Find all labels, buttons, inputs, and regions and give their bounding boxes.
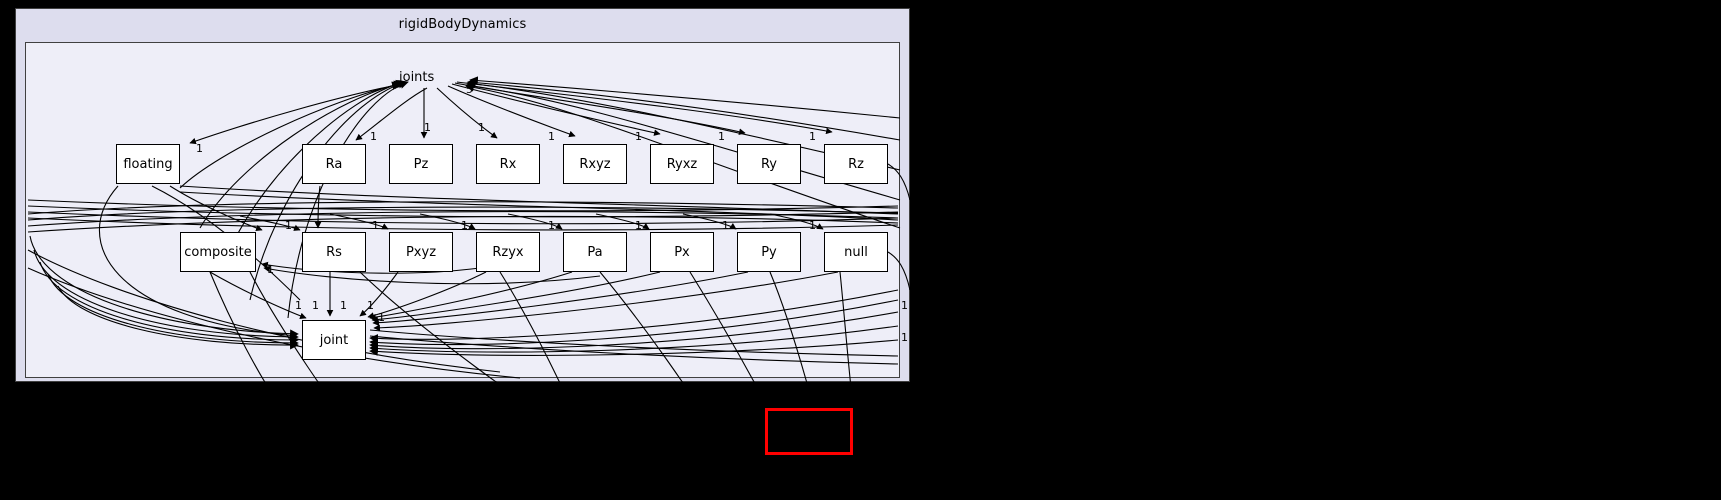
node-composite-label: composite xyxy=(184,244,252,260)
edge-label: 5 xyxy=(466,83,473,96)
node-pxyz-label: Pxyz xyxy=(405,244,437,260)
node-joint[interactable]: joint xyxy=(302,320,366,360)
node-null[interactable]: null xyxy=(824,232,888,272)
node-rz[interactable]: Rz xyxy=(824,144,888,184)
node-ra[interactable]: Ra xyxy=(302,144,366,184)
graph-canvas: rigidBodyDynamics joints floating Ra Pz … xyxy=(0,0,1721,500)
node-pxyz[interactable]: Pxyz xyxy=(389,232,453,272)
node-rxyz-label: Rxyz xyxy=(579,156,611,172)
node-ra-label: Ra xyxy=(325,156,343,172)
node-pz-label: Pz xyxy=(413,156,429,172)
edge-label: 1 xyxy=(372,219,379,232)
node-rx[interactable]: Rx xyxy=(476,144,540,184)
node-px-label: Px xyxy=(674,244,690,260)
edge-label: 1 xyxy=(424,121,431,134)
edge-label: 1 xyxy=(901,299,908,312)
node-joint-label: joint xyxy=(319,332,349,348)
node-pa-label: Pa xyxy=(587,244,603,260)
node-pz[interactable]: Pz xyxy=(389,144,453,184)
node-rzyx[interactable]: Rzyx xyxy=(476,232,540,272)
edge-label: 1 xyxy=(548,219,555,232)
edge-label: 1 xyxy=(809,219,816,232)
node-ry[interactable]: Ry xyxy=(737,144,801,184)
node-null-label: null xyxy=(844,244,868,260)
selection-rectangle[interactable] xyxy=(765,408,853,455)
edge-label: 1 xyxy=(196,142,203,155)
edge-label: 1 xyxy=(312,299,319,312)
edge-label: 1 xyxy=(378,311,385,324)
node-ryxz[interactable]: Ryxz xyxy=(650,144,714,184)
edge-label: 1 xyxy=(285,219,292,232)
node-py-label: Py xyxy=(761,244,777,260)
edge-label: 1 xyxy=(718,130,725,143)
node-rz-label: Rz xyxy=(848,156,864,172)
edge-label: 1 xyxy=(635,130,642,143)
edge-label: 1 xyxy=(478,121,485,134)
node-pa[interactable]: Pa xyxy=(563,232,627,272)
edge-label: 1 xyxy=(901,331,908,344)
node-rxyz[interactable]: Rxyz xyxy=(563,144,627,184)
node-rx-label: Rx xyxy=(499,156,517,172)
node-py[interactable]: Py xyxy=(737,232,801,272)
edge-label: 1 xyxy=(295,299,302,312)
edge-label: 1 xyxy=(370,130,377,143)
edge-label: 1 xyxy=(809,130,816,143)
node-rzyx-label: Rzyx xyxy=(492,244,524,260)
edge-label: 1 xyxy=(367,299,374,312)
edge-label: 1 xyxy=(722,219,729,232)
node-px[interactable]: Px xyxy=(650,232,714,272)
edge-label: 1 xyxy=(340,299,347,312)
node-floating-label: floating xyxy=(123,156,173,172)
node-floating[interactable]: floating xyxy=(116,144,180,184)
edge-label: 1 xyxy=(267,263,274,276)
node-ryxz-label: Ryxz xyxy=(666,156,698,172)
edge-label: 1 xyxy=(461,219,468,232)
node-rs[interactable]: Rs xyxy=(302,232,366,272)
edge-label: 1 xyxy=(548,130,555,143)
cluster-joints-label[interactable]: joints xyxy=(399,70,434,85)
edge-label: 1 xyxy=(635,219,642,232)
node-rs-label: Rs xyxy=(326,244,342,260)
node-ry-label: Ry xyxy=(760,156,777,172)
node-composite[interactable]: composite xyxy=(180,232,256,272)
